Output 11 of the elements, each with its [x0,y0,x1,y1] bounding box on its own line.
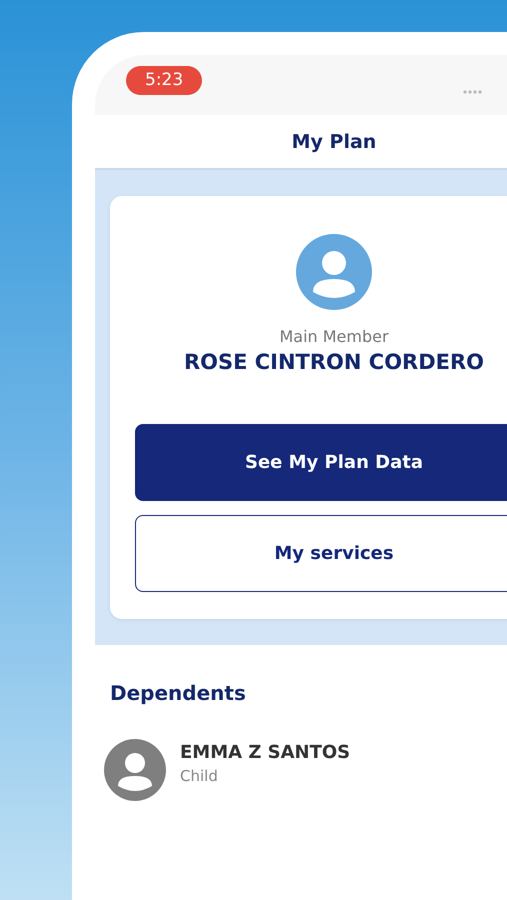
section-heading: Dependents [110,681,247,705]
member-name: ROSE CINTRON CORDERO [184,350,484,374]
avatar-icon [296,234,372,310]
dependent-relation: Child [180,766,219,784]
avatar-icon [104,739,166,801]
member-role: Main Member [279,327,389,346]
plan-button[interactable]: My services [135,515,507,592]
dependent-name: EMMA Z SANTOS [180,742,350,762]
time-badge: 5:23 [126,66,202,95]
plan-button[interactable]: See My Plan Data [135,424,507,501]
page-title: My Plan [292,130,376,152]
